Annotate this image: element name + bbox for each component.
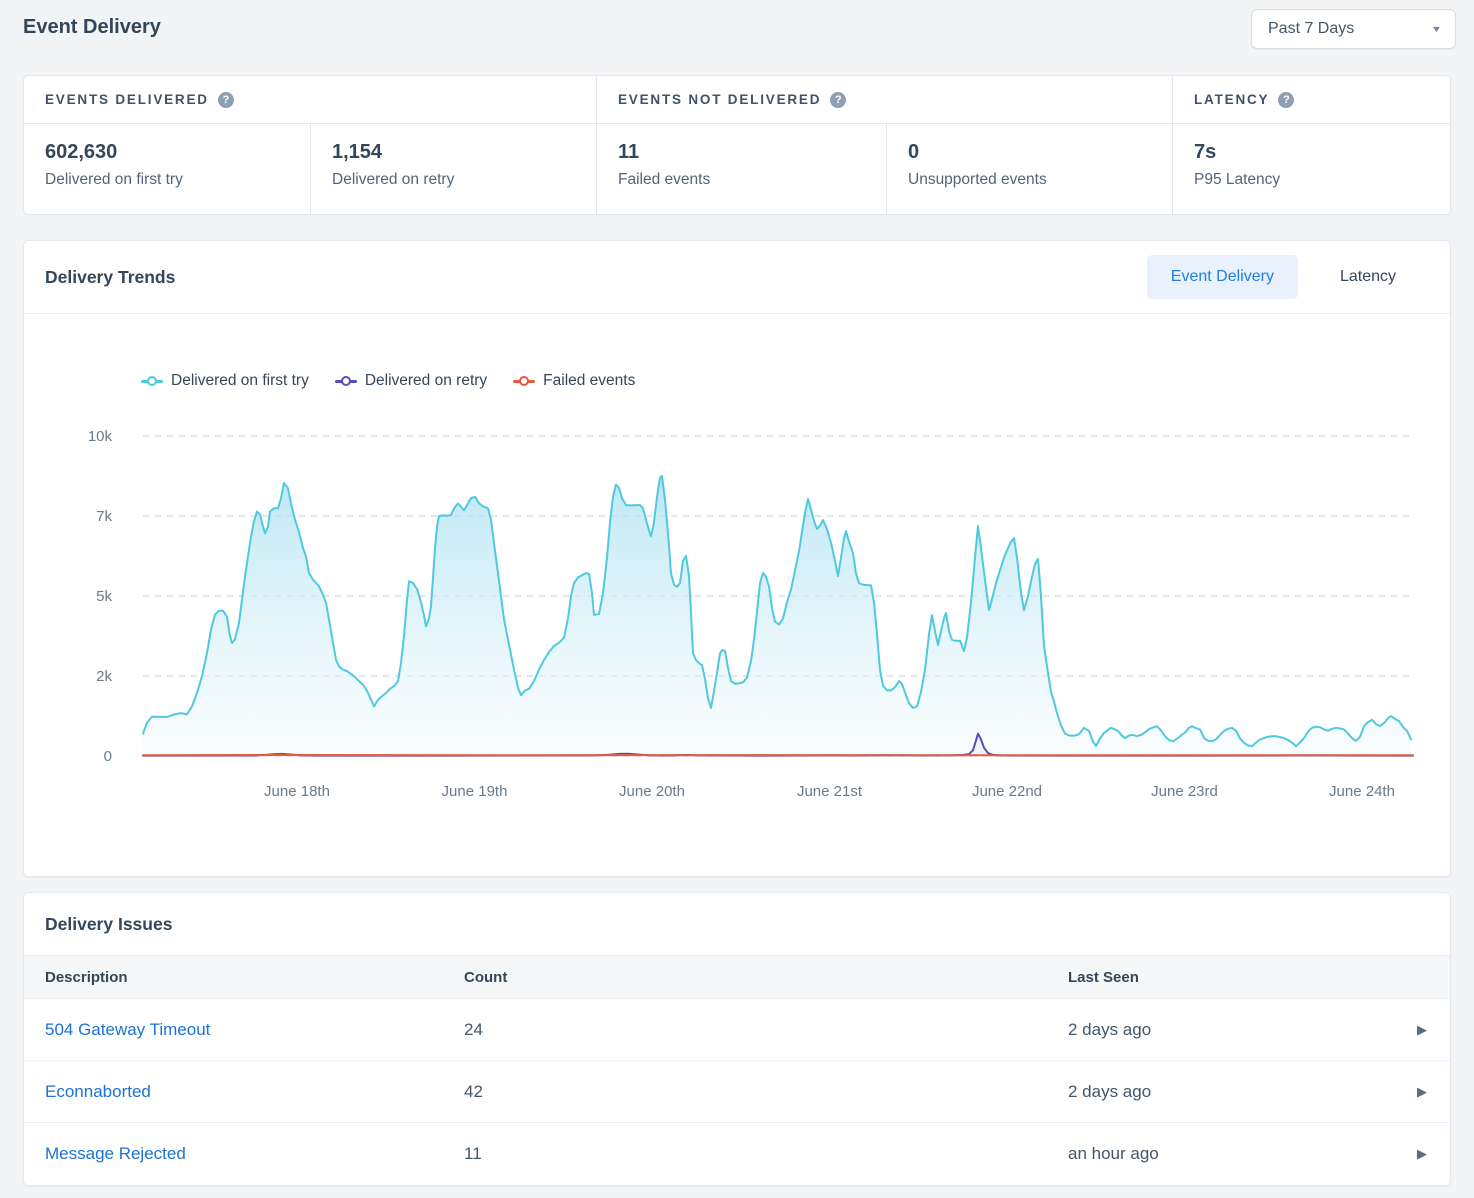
metric-label: P95 Latency [1194,171,1450,189]
issue-count: 42 [464,1082,1068,1102]
metric-value: 602,630 [45,141,310,164]
metric-label: Failed events [618,171,886,189]
stats-values-row: 602,630 Delivered on first try 1,154 Del… [24,124,1450,214]
delivery-trends-chart: 0 2k 5k 7k 10k June 18th June 19th June 20th Jun… [24,413,1450,808]
stats-group-label: EVENTS NOT DELIVERED [618,92,821,107]
stats-header-row: EVENTS DELIVERED ? EVENTS NOT DELIVERED … [24,76,1450,124]
issue-last-seen: 2 days ago [1068,1020,1394,1040]
stats-group-label: LATENCY [1194,92,1269,107]
svg-text:0: 0 [104,748,112,765]
column-header-last-seen: Last Seen [1068,969,1394,986]
column-header-count: Count [464,969,1068,986]
legend-item-failed-events[interactable]: Failed events [513,372,635,390]
metric-value: 1,154 [332,141,596,164]
column-header-description: Description [24,969,464,986]
svg-text:June 24th: June 24th [1329,783,1395,800]
svg-text:10k: 10k [88,428,113,445]
legend-item-delivered-on-first-try[interactable]: Delivered on first try [141,372,309,390]
page-title: Event Delivery [23,16,161,39]
metric-unsupported-events: 0 Unsupported events [886,124,1172,214]
issue-count: 24 [464,1020,1068,1040]
stats-group-events-not-delivered: EVENTS NOT DELIVERED ? [596,76,1172,123]
delivery-trends-title: Delivery Trends [45,267,175,288]
metric-value: 0 [908,141,1172,164]
metric-p95-latency: 7s P95 Latency [1172,124,1450,214]
table-row[interactable]: Econnaborted 42 2 days ago ▶ [24,1061,1450,1123]
issue-count: 11 [464,1144,1068,1164]
help-icon[interactable]: ? [218,92,234,108]
top-bar: Event Delivery Past 7 Days ▼ [0,0,1474,67]
issue-last-seen: an hour ago [1068,1144,1394,1164]
date-range-value: Past 7 Days [1268,20,1354,38]
svg-text:7k: 7k [96,508,112,525]
stats-group-latency: LATENCY ? [1172,76,1450,123]
issue-last-seen: 2 days ago [1068,1082,1394,1102]
svg-text:June 20th: June 20th [619,783,685,800]
issue-link[interactable]: 504 Gateway Timeout [45,1020,210,1039]
issue-link[interactable]: Message Rejected [45,1144,186,1163]
delivery-issues-title: Delivery Issues [45,914,172,935]
help-icon[interactable]: ? [1278,92,1294,108]
delivery-trends-card: Delivery Trends Event Delivery Latency D… [23,240,1451,877]
chart-legend: Delivered on first try Delivered on retry… [141,371,1450,391]
legend-label: Delivered on retry [365,372,487,390]
svg-text:June 21st: June 21st [797,783,863,800]
series-marker-icon [335,376,357,387]
event-delivery-page: Event Delivery Past 7 Days ▼ EVENTS DELI… [0,0,1474,1198]
metric-label: Unsupported events [908,171,1172,189]
svg-text:June 22nd: June 22nd [972,783,1042,800]
legend-label: Failed events [543,372,635,390]
issue-link[interactable]: Econnaborted [45,1082,151,1101]
delivery-issues-card: Delivery Issues Description Count Last S… [23,892,1451,1186]
svg-text:June 19th: June 19th [442,783,508,800]
series-marker-icon [513,376,535,387]
svg-text:June 23rd: June 23rd [1151,783,1218,800]
table-row[interactable]: Message Rejected 11 an hour ago ▶ [24,1123,1450,1185]
svg-text:June 18th: June 18th [264,783,330,800]
help-icon[interactable]: ? [830,92,846,108]
metric-failed-events: 11 Failed events [596,124,886,214]
date-range-dropdown[interactable]: Past 7 Days ▼ [1251,9,1456,49]
metric-delivered-first-try: 602,630 Delivered on first try [24,124,310,214]
stats-group-label: EVENTS DELIVERED [45,92,209,107]
metric-label: Delivered on first try [45,171,310,189]
table-row[interactable]: 504 Gateway Timeout 24 2 days ago ▶ [24,999,1450,1061]
chevron-down-icon: ▼ [1431,24,1443,34]
metric-delivered-retry: 1,154 Delivered on retry [310,124,596,214]
svg-text:2k: 2k [96,668,112,685]
delivery-issues-title-row: Delivery Issues [24,893,1450,955]
issues-table-header: Description Count Last Seen [24,955,1450,999]
metric-value: 7s [1194,141,1450,164]
chart-area: 0 2k 5k 7k 10k June 18th June 19th June 20th Jun… [24,413,1450,808]
delivery-trends-header: Delivery Trends Event Delivery Latency [24,241,1450,314]
legend-label: Delivered on first try [171,372,309,390]
stats-group-events-delivered: EVENTS DELIVERED ? [24,76,596,123]
legend-item-delivered-on-retry[interactable]: Delivered on retry [335,372,487,390]
tab-latency[interactable]: Latency [1316,255,1420,299]
stats-card: EVENTS DELIVERED ? EVENTS NOT DELIVERED … [23,75,1451,215]
metric-label: Delivered on retry [332,171,596,189]
chevron-right-icon[interactable]: ▶ [1394,1146,1450,1162]
trend-tabs: Event Delivery Latency [1147,255,1420,299]
tab-event-delivery[interactable]: Event Delivery [1147,255,1298,299]
svg-text:5k: 5k [96,588,112,605]
metric-value: 11 [618,141,886,164]
chevron-right-icon[interactable]: ▶ [1394,1084,1450,1100]
chevron-right-icon[interactable]: ▶ [1394,1022,1450,1038]
series-marker-icon [141,376,163,387]
